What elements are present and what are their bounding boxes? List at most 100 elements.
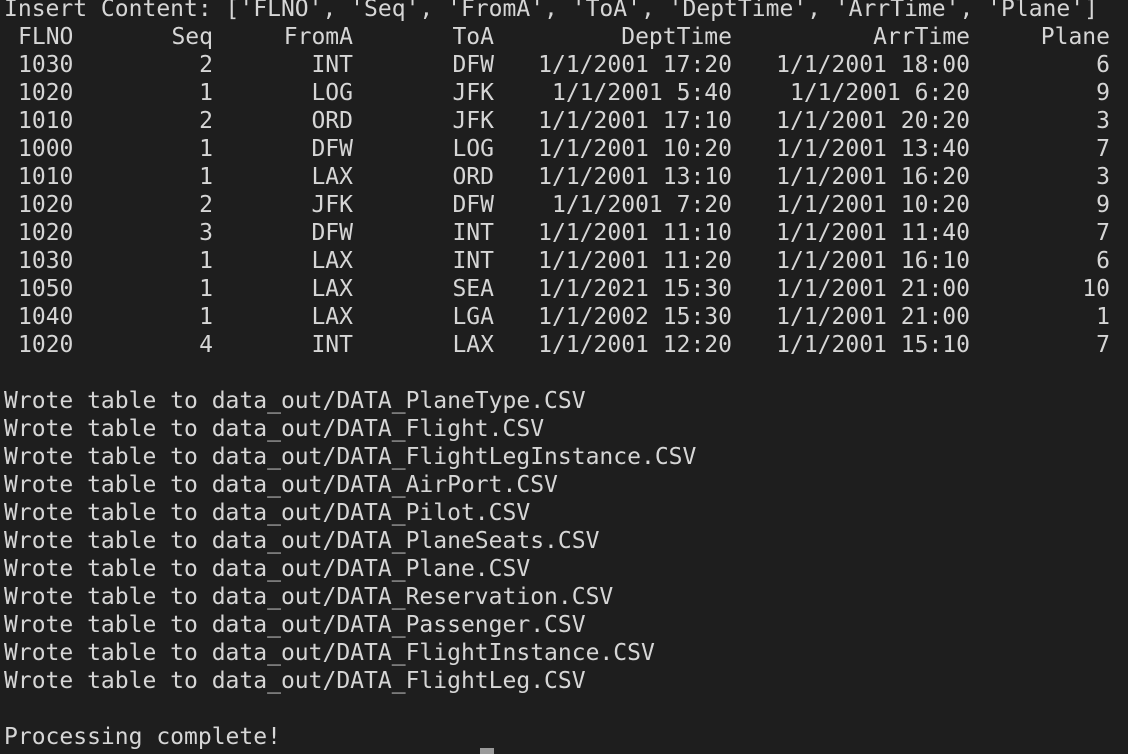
- cell-plane: 6: [1096, 248, 1110, 274]
- cell-plane: 7: [1096, 136, 1110, 162]
- cell-froma: LAX: [311, 304, 353, 330]
- cell-plane: 6: [1096, 52, 1110, 78]
- cell-toa: JFK: [452, 108, 494, 134]
- cell-toa: JFK: [452, 80, 494, 106]
- table-row: 1010 1 LAX ORD 1/1/2001 13:10 1/1/2001 1…: [0, 163, 1128, 191]
- cell-depttime: 1/1/2001 11:20: [538, 248, 732, 274]
- header-froma: FromA: [283, 24, 353, 50]
- table-row: 1020 3 DFW INT 1/1/2001 11:10 1/1/2001 1…: [0, 219, 1128, 247]
- cell-toa: SEA: [452, 276, 494, 302]
- cell-flno: 1020: [18, 220, 74, 246]
- cell-plane: 3: [1096, 108, 1110, 134]
- cell-arrtime: 1/1/2001 6:20: [789, 80, 970, 106]
- cell-depttime: 1/1/2021 15:30: [538, 276, 732, 302]
- cell-depttime: 1/1/2001 5:40: [551, 80, 732, 106]
- cell-toa: ORD: [452, 164, 494, 190]
- cell-toa: INT: [452, 220, 494, 246]
- cell-flno: 1010: [18, 164, 74, 190]
- cell-arrtime: 1/1/2001 11:40: [776, 220, 970, 246]
- cell-toa: INT: [452, 248, 494, 274]
- cell-toa: LGA: [452, 304, 494, 330]
- table-row: 1050 1 LAX SEA 1/1/2021 15:30 1/1/2001 2…: [0, 275, 1128, 303]
- output-line: Wrote table to data_out/DATA_Flight.CSV: [4, 416, 545, 442]
- table-header-row: FLNO Seq FromA ToA DeptTime ArrTime Plan…: [0, 23, 1128, 51]
- table-row: 1020 2 JFK DFW 1/1/2001 7:20 1/1/2001 10…: [0, 191, 1128, 219]
- table-row: 1020 1 LOG JFK 1/1/2001 5:40 1/1/2001 6:…: [0, 79, 1128, 107]
- cell-toa: LOG: [452, 136, 494, 162]
- header-plane: Plane: [1040, 24, 1110, 50]
- output-line: Wrote table to data_out/DATA_Pilot.CSV: [4, 500, 531, 526]
- cell-flno: 1020: [18, 332, 74, 358]
- cell-depttime: 1/1/2001 7:20: [551, 192, 732, 218]
- cell-seq: 4: [199, 332, 213, 358]
- cell-seq: 1: [199, 80, 213, 106]
- cell-arrtime: 1/1/2001 21:00: [776, 276, 970, 302]
- cell-froma: JFK: [311, 192, 353, 218]
- cell-froma: LAX: [311, 164, 353, 190]
- cell-seq: 1: [199, 136, 213, 162]
- output-line: Wrote table to data_out/DATA_FlightLegIn…: [4, 444, 697, 470]
- cell-plane: 1: [1096, 304, 1110, 330]
- table-row: 1020 4 INT LAX 1/1/2001 12:20 1/1/2001 1…: [0, 331, 1128, 359]
- cell-seq: 3: [199, 220, 213, 246]
- header-seq: Seq: [171, 24, 213, 50]
- cell-flno: 1030: [18, 248, 74, 274]
- table-row: 1030 1 LAX INT 1/1/2001 11:20 1/1/2001 1…: [0, 247, 1128, 275]
- cell-arrtime: 1/1/2001 18:00: [776, 52, 970, 78]
- header-depttime: DeptTime: [621, 24, 732, 50]
- cell-flno: 1040: [18, 304, 74, 330]
- output-line: Wrote table to data_out/DATA_Reservation…: [4, 584, 614, 610]
- cell-froma: DFW: [311, 220, 353, 246]
- output-line: Wrote table to data_out/DATA_FlightLeg.C…: [4, 668, 586, 694]
- cell-depttime: 1/1/2001 17:20: [538, 52, 732, 78]
- cell-seq: 1: [199, 248, 213, 274]
- table-row: 1000 1 DFW LOG 1/1/2001 10:20 1/1/2001 1…: [0, 135, 1128, 163]
- insert-content-line: Insert Content: ['FLNO', 'Seq', 'FromA',…: [4, 0, 1098, 22]
- cell-toa: DFW: [452, 192, 494, 218]
- cell-depttime: 1/1/2001 13:10: [538, 164, 732, 190]
- cell-depttime: 1/1/2001 10:20: [538, 136, 732, 162]
- terminal-window[interactable]: Insert Content: ['FLNO', 'Seq', 'FromA',…: [0, 0, 1128, 754]
- cell-flno: 1030: [18, 52, 74, 78]
- processing-complete-message: Processing complete!: [4, 724, 281, 750]
- output-line: Wrote table to data_out/DATA_FlightInsta…: [4, 640, 655, 666]
- header-arrtime: ArrTime: [873, 24, 970, 50]
- cell-toa: DFW: [452, 52, 494, 78]
- cell-froma: INT: [311, 332, 353, 358]
- output-line: Wrote table to data_out/DATA_PlaneType.C…: [4, 388, 586, 414]
- cell-arrtime: 1/1/2001 15:10: [776, 332, 970, 358]
- cell-arrtime: 1/1/2001 13:40: [776, 136, 970, 162]
- cell-arrtime: 1/1/2001 10:20: [776, 192, 970, 218]
- cell-arrtime: 1/1/2001 20:20: [776, 108, 970, 134]
- cell-froma: ORD: [311, 108, 353, 134]
- cell-seq: 1: [199, 304, 213, 330]
- cell-seq: 1: [199, 276, 213, 302]
- table-row: 1040 1 LAX LGA 1/1/2002 15:30 1/1/2001 2…: [0, 303, 1128, 331]
- cell-plane: 7: [1096, 332, 1110, 358]
- cell-froma: LAX: [311, 248, 353, 274]
- cell-arrtime: 1/1/2001 21:00: [776, 304, 970, 330]
- output-line: Wrote table to data_out/DATA_Plane.CSV: [4, 556, 531, 582]
- cell-flno: 1010: [18, 108, 74, 134]
- cell-plane: 10: [1082, 276, 1110, 302]
- text-cursor: [480, 748, 494, 754]
- cell-flno: 1020: [18, 192, 74, 218]
- cell-seq: 2: [199, 192, 213, 218]
- table-row: 1010 2 ORD JFK 1/1/2001 17:10 1/1/2001 2…: [0, 107, 1128, 135]
- cell-depttime: 1/1/2001 17:10: [538, 108, 732, 134]
- cell-plane: 3: [1096, 164, 1110, 190]
- cell-froma: LAX: [311, 276, 353, 302]
- cell-arrtime: 1/1/2001 16:10: [776, 248, 970, 274]
- header-toa: ToA: [452, 24, 494, 50]
- cell-froma: LOG: [311, 80, 353, 106]
- header-flno: FLNO: [18, 24, 74, 50]
- output-line: Wrote table to data_out/DATA_PlaneSeats.…: [4, 528, 600, 554]
- cell-seq: 1: [199, 164, 213, 190]
- cell-flno: 1050: [18, 276, 74, 302]
- cell-seq: 2: [199, 52, 213, 78]
- cell-plane: 9: [1096, 80, 1110, 106]
- cell-arrtime: 1/1/2001 16:20: [776, 164, 970, 190]
- cell-flno: 1020: [18, 80, 74, 106]
- output-line: Wrote table to data_out/DATA_AirPort.CSV: [4, 472, 558, 498]
- cell-plane: 9: [1096, 192, 1110, 218]
